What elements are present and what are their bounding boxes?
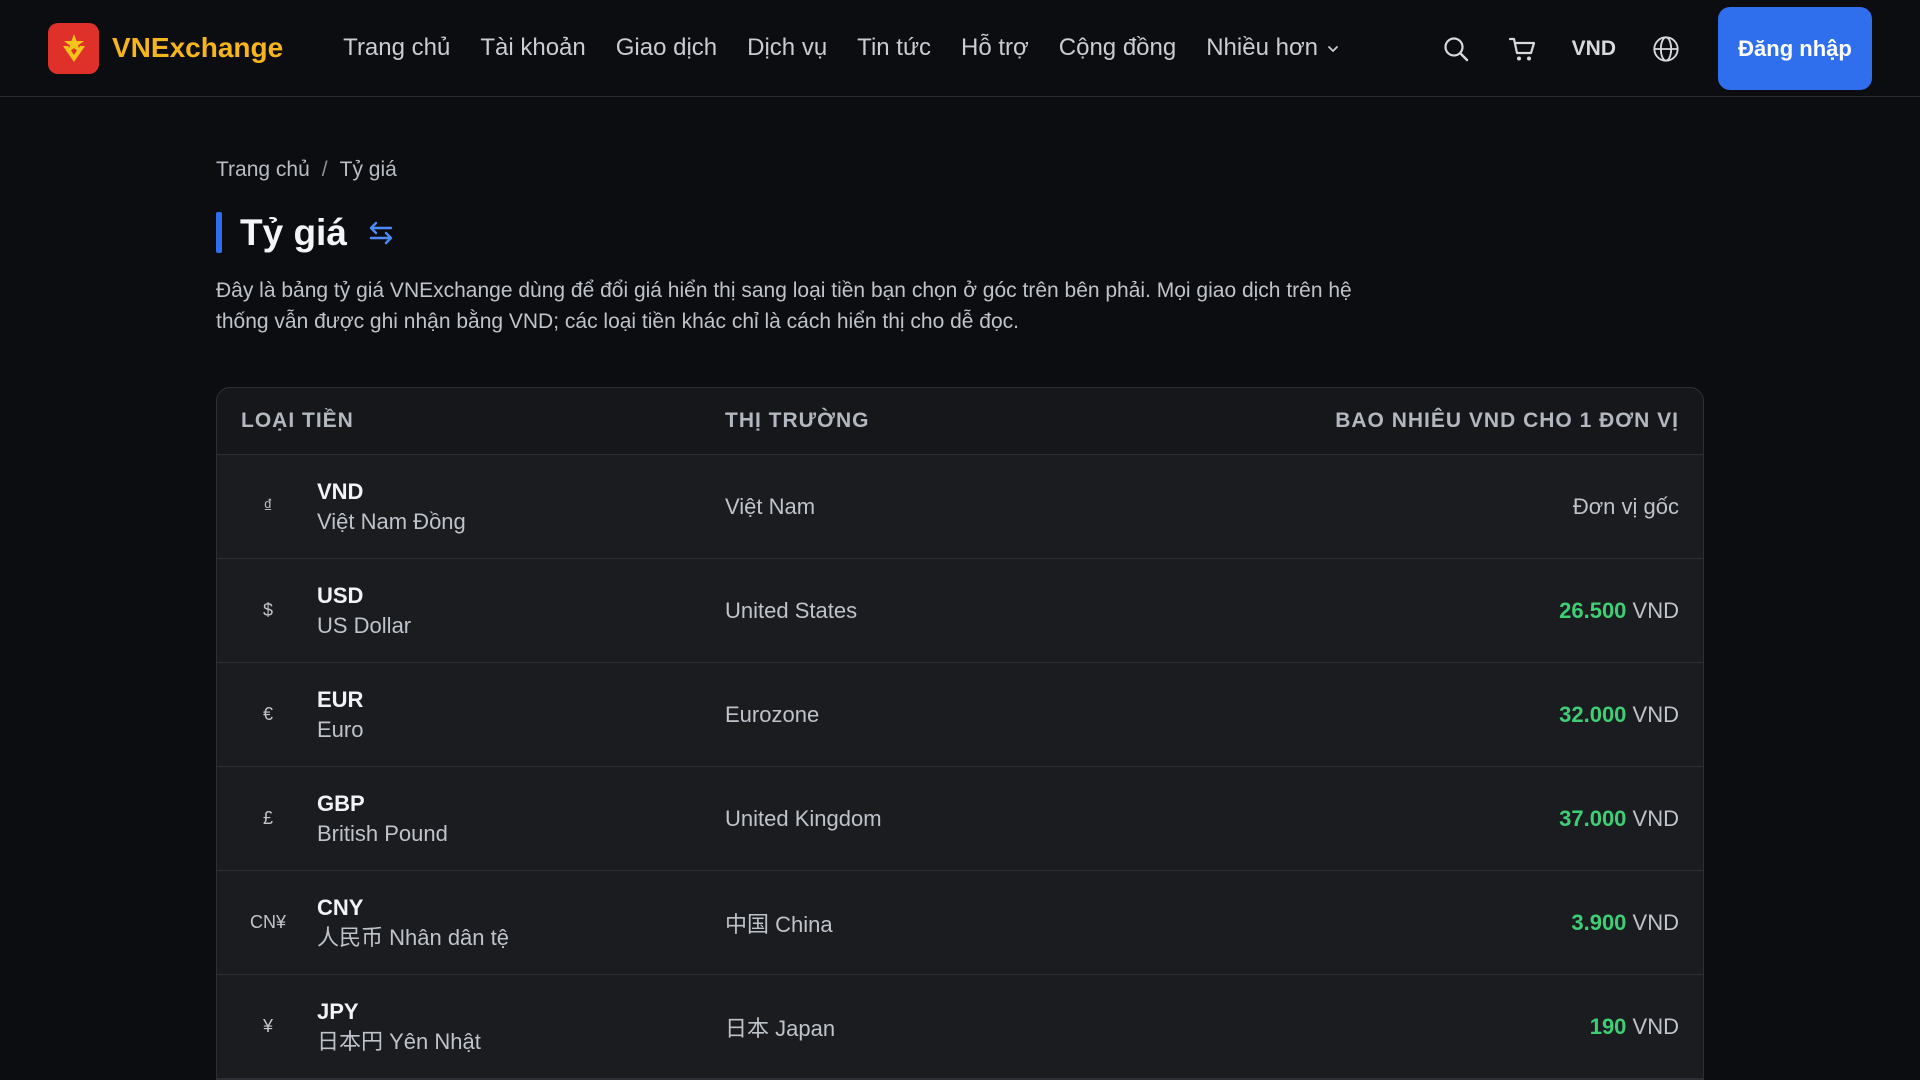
cart-icon[interactable]	[1508, 35, 1536, 63]
currency-name: US Dollar	[317, 612, 412, 638]
nav-item-home[interactable]: Trang chủ	[343, 34, 450, 62]
market-cell: United Kingdom	[725, 805, 882, 831]
nav-item-account[interactable]: Tài khoản	[480, 34, 585, 62]
column-header-rate: BAO NHIÊU VND CHO 1 ĐƠN VỊ	[1335, 409, 1679, 432]
currency-code: GBP	[317, 790, 365, 816]
currency-name: 日本円 Yên Nhật	[317, 1028, 481, 1054]
currency-symbol: CN¥	[249, 912, 286, 932]
market-cell: Việt Nam	[725, 493, 816, 519]
main-content: Trang chủ / Tỷ giá Tỷ giá Đây là bảng tỷ…	[216, 97, 1704, 1080]
currency-cell: $ USD US Dollar	[241, 581, 725, 641]
rate-value: 37.000	[1559, 805, 1627, 831]
currency-symbol: $	[262, 600, 273, 620]
brand-logo[interactable]: VNExchange	[48, 22, 284, 74]
rate-value: 26.500	[1559, 597, 1627, 623]
currency-symbol: €	[262, 704, 273, 724]
breadcrumb-current: Tỷ giá	[339, 158, 397, 181]
rate-unit: VND	[1632, 597, 1679, 623]
nav-more-label: Nhiều hơn	[1206, 34, 1319, 61]
currency-symbol: ₫	[263, 496, 273, 516]
exchange-rate-table: LOẠI TIỀN THỊ TRƯỜNG BAO NHIÊU VND CHO 1…	[216, 387, 1704, 1080]
currency-code: JPY	[317, 998, 359, 1024]
rate-unit: VND	[1632, 1013, 1679, 1039]
main-nav: Trang chủ Tài khoản Giao dịch Dịch vụ Ti…	[343, 34, 1340, 62]
currency-name: Euro	[317, 716, 364, 742]
currency-code: CNY	[317, 894, 364, 920]
currency-cell: ¥ JPY 日本円 Yên Nhật	[241, 997, 725, 1057]
table-row: £ GBP British Pound United Kingdom 37.00…	[217, 767, 1703, 871]
nav-item-community[interactable]: Cộng đồng	[1059, 34, 1176, 62]
globe-icon[interactable]	[1652, 35, 1680, 63]
rate-value: 32.000	[1559, 701, 1627, 727]
currency-name: 人民币 Nhân dân tệ	[317, 924, 509, 950]
rate-cell: 26.500 VND	[1559, 598, 1679, 624]
rate-unit: VND	[1632, 805, 1679, 831]
header-actions: VND Đăng nhập	[1442, 0, 1872, 97]
title-accent-bar	[216, 212, 222, 253]
market-cell: United States	[725, 597, 858, 623]
currency-selector[interactable]: VND	[1572, 37, 1616, 61]
currency-code: EUR	[317, 686, 364, 712]
rate-unit: VND	[1632, 701, 1679, 727]
nav-item-trade[interactable]: Giao dịch	[616, 34, 717, 62]
title-row: Tỷ giá	[216, 212, 1704, 253]
table-row: ₫ VND Việt Nam Đồng Việt Nam Đơn vị gốc	[217, 455, 1703, 559]
nav-item-support[interactable]: Hỗ trợ	[961, 34, 1029, 62]
column-header-market: THỊ TRƯỜNG	[725, 409, 870, 432]
table-row: ¥ JPY 日本円 Yên Nhật 日本 Japan 190 VND	[217, 975, 1703, 1079]
table-row: CN¥ CNY 人民币 Nhân dân tệ 中国 China 3.900 V…	[217, 871, 1703, 975]
table-row: € EUR Euro Eurozone 32.000 VND	[217, 663, 1703, 767]
currency-name: British Pound	[317, 820, 448, 846]
currency-symbol: £	[262, 808, 273, 828]
table-header: LOẠI TIỀN THỊ TRƯỜNG BAO NHIÊU VND CHO 1…	[217, 388, 1703, 455]
rate-cell: Đơn vị gốc	[1573, 494, 1679, 520]
currency-cell: £ GBP British Pound	[241, 789, 725, 849]
chevron-down-icon	[1328, 46, 1338, 52]
rate-value: 3.900	[1571, 909, 1627, 935]
breadcrumb-home[interactable]: Trang chủ	[216, 158, 310, 182]
page-title: Tỷ giá	[240, 211, 347, 253]
breadcrumb-separator: /	[321, 158, 328, 181]
brand-name: VNExchange	[112, 32, 284, 63]
breadcrumb: Trang chủ / Tỷ giá	[216, 158, 1704, 182]
currency-code: VND	[317, 478, 364, 504]
currency-cell: CN¥ CNY 人民币 Nhân dân tệ	[241, 893, 725, 953]
rate-cell: 3.900 VND	[1571, 910, 1679, 936]
currency-code: USD	[317, 582, 364, 608]
table-row: $ USD US Dollar United States 26.500 VND	[217, 559, 1703, 663]
market-cell: 中国 China	[725, 911, 833, 937]
nav-item-news[interactable]: Tin tức	[857, 34, 931, 62]
rate-cell: 32.000 VND	[1559, 702, 1679, 728]
nav-item-more[interactable]: Nhiều hơn	[1206, 34, 1340, 62]
search-icon[interactable]	[1442, 35, 1470, 63]
rate-cell: 37.000 VND	[1559, 806, 1679, 832]
page-description: Đây là bảng tỷ giá VNExchange dùng để đổ…	[216, 279, 1352, 333]
rate-unit: VND	[1632, 909, 1679, 935]
base-unit-label: Đơn vị gốc	[1572, 493, 1679, 519]
rate-cell: 190 VND	[1590, 1014, 1679, 1040]
column-header-currency: LOẠI TIỀN	[241, 409, 354, 432]
currency-cell: ₫ VND Việt Nam Đồng	[241, 477, 725, 537]
login-button[interactable]: Đăng nhập	[1718, 7, 1872, 90]
currency-cell: € EUR Euro	[241, 685, 725, 745]
top-navbar: VNExchange Trang chủ Tài khoản Giao dịch…	[0, 0, 1920, 97]
nav-item-services[interactable]: Dịch vụ	[747, 34, 827, 62]
market-cell: Eurozone	[725, 701, 820, 727]
market-cell: 日本 Japan	[725, 1015, 836, 1041]
logo-emblem-icon	[48, 22, 99, 74]
swap-arrows-icon	[367, 220, 395, 246]
rate-value: 190	[1589, 1013, 1627, 1039]
currency-name: Việt Nam Đồng	[317, 508, 466, 534]
currency-symbol: ¥	[262, 1016, 273, 1036]
